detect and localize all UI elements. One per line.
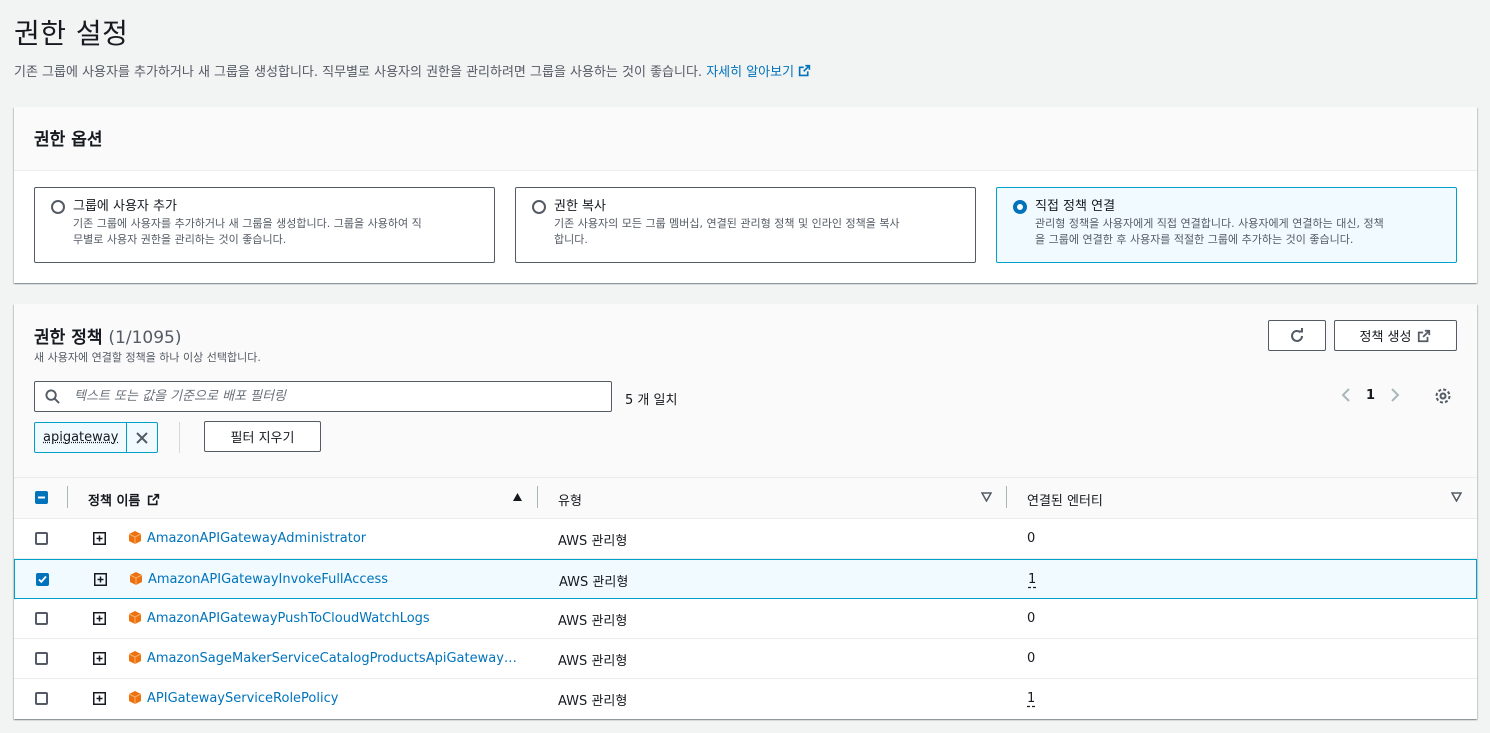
attached-entities-link[interactable]: 1	[1027, 691, 1035, 706]
current-page[interactable]: 1	[1366, 388, 1375, 403]
column-header-entities[interactable]: 연결된 엔터티	[1027, 490, 1103, 509]
chevron-left-icon[interactable]	[1340, 387, 1352, 403]
create-policy-label: 정책 생성	[1359, 330, 1412, 345]
select-all-checkbox[interactable]	[35, 491, 48, 504]
filter-divider	[179, 422, 180, 453]
column-header-name[interactable]: 정책 이름	[88, 490, 160, 509]
row-checkbox[interactable]	[35, 532, 48, 545]
permission-options-header: 권한 옵션	[14, 107, 1477, 171]
table-row[interactable]: AmazonSageMakerServiceCatalogProductsApi…	[14, 639, 1477, 679]
pagination: 1	[1340, 387, 1401, 403]
external-link-icon	[798, 64, 811, 77]
option-copy-permissions[interactable]: 권한 복사 기존 사용자의 모든 그룹 멤버십, 연결된 관리형 정책 및 인라…	[515, 187, 976, 263]
expand-icon[interactable]	[94, 573, 107, 586]
attached-entities: 0	[1027, 531, 1036, 546]
sort-icon[interactable]	[981, 492, 992, 502]
aws-package-icon	[128, 611, 142, 624]
table-row[interactable]: AmazonAPIGatewayInvokeFullAccess AWS 관리형…	[14, 559, 1477, 599]
policy-type: AWS 관리형	[558, 614, 628, 629]
option-attach-policies[interactable]: 직접 정책 연결 관리형 정책을 사용자에게 직접 연결합니다. 사용자에게 연…	[996, 187, 1457, 263]
policy-type: AWS 관리형	[558, 694, 628, 709]
sort-ascending-icon[interactable]	[512, 492, 523, 502]
column-divider	[537, 486, 538, 508]
create-policy-button[interactable]: 정책 생성	[1334, 320, 1457, 351]
refresh-button[interactable]	[1268, 320, 1326, 351]
radio-copy-permissions[interactable]	[532, 200, 546, 214]
filter-token-label: apigateway	[35, 423, 128, 452]
learn-more-label: 자세히 알아보기	[706, 65, 795, 80]
policy-name-link[interactable]: AmazonAPIGatewayInvokeFullAccess	[148, 572, 388, 587]
aws-package-icon	[129, 572, 143, 585]
option-add-to-group-title: 그룹에 사용자 추가	[73, 199, 177, 214]
policies-title: 권한 정책 (1/1095)	[34, 328, 182, 348]
attached-entities-link[interactable]: 1	[1028, 572, 1036, 587]
gear-icon[interactable]	[1434, 387, 1452, 405]
policy-name-link[interactable]: AmazonAPIGatewayPushToCloudWatchLogs	[147, 611, 430, 626]
table-header: 정책 이름 유형 연결된 엔터티	[14, 478, 1477, 519]
clear-filters-label: 필터 지우기	[230, 431, 295, 446]
chevron-right-icon[interactable]	[1389, 387, 1401, 403]
close-icon	[136, 431, 149, 444]
page-description: 기존 그룹에 사용자를 추가하거나 새 그룹을 생성합니다. 직무별로 사용자의…	[14, 61, 811, 80]
refresh-icon	[1291, 327, 1303, 342]
table-row[interactable]: AmazonAPIGatewayPushToCloudWatchLogs AWS…	[14, 599, 1477, 639]
row-checkbox[interactable]	[35, 652, 48, 665]
row-checkbox[interactable]	[35, 612, 48, 625]
column-divider	[67, 486, 68, 508]
option-copy-permissions-title: 권한 복사	[554, 199, 606, 214]
radio-add-to-group[interactable]	[51, 200, 65, 214]
match-count: 5 개 일치	[625, 393, 678, 408]
row-checkbox[interactable]	[36, 573, 49, 586]
policies-header: 권한 정책 (1/1095) 새 사용자에 연결할 정책을 하나 이상 선택합니…	[14, 304, 1477, 478]
option-add-to-group-desc: 기존 그룹에 사용자를 추가하거나 새 그룹을 생성합니다. 그룹을 사용하여 …	[73, 217, 422, 246]
radio-attach-policies[interactable]	[1013, 200, 1027, 214]
aws-package-icon	[128, 691, 142, 704]
table-row[interactable]: APIGatewayServiceRolePolicy AWS 관리형 1	[14, 679, 1477, 719]
external-link-icon	[147, 493, 160, 506]
page-title: 권한 설정	[14, 17, 129, 50]
expand-icon[interactable]	[93, 692, 106, 705]
search-input[interactable]	[74, 389, 574, 404]
expand-icon[interactable]	[93, 612, 106, 625]
policy-name-link[interactable]: AmazonAPIGatewayAdministrator	[147, 531, 366, 546]
column-divider	[1006, 486, 1007, 508]
permission-policies-panel: 권한 정책 (1/1095) 새 사용자에 연결할 정책을 하나 이상 선택합니…	[14, 304, 1477, 719]
remove-filter-button[interactable]	[127, 423, 157, 452]
row-checkbox[interactable]	[35, 692, 48, 705]
policies-count: (1/1095)	[108, 328, 182, 348]
sort-icon[interactable]	[1451, 492, 1462, 502]
policy-type: AWS 관리형	[558, 534, 628, 549]
filter-token: apigateway	[34, 422, 159, 453]
policy-type: AWS 관리형	[558, 654, 628, 669]
policy-name-link[interactable]: AmazonSageMakerServiceCatalogProductsApi…	[147, 651, 517, 666]
permission-options-panel: 권한 옵션 그룹에 사용자 추가 기존 그룹에 사용자를 추가하거나 새 그룹을…	[14, 107, 1477, 283]
table-row[interactable]: AmazonAPIGatewayAdministrator AWS 관리형 0	[14, 519, 1477, 559]
permission-options-title: 권한 옵션	[34, 130, 103, 150]
aws-package-icon	[128, 531, 142, 544]
expand-icon[interactable]	[93, 532, 106, 545]
page-description-text: 기존 그룹에 사용자를 추가하거나 새 그룹을 생성합니다. 직무별로 사용자의…	[14, 65, 703, 80]
option-attach-policies-desc: 관리형 정책을 사용자에게 직접 연결합니다. 사용자에게 연결하는 대신, 정…	[1035, 217, 1384, 246]
attached-entities: 0	[1027, 611, 1036, 626]
external-link-icon	[1418, 329, 1431, 342]
search-icon	[45, 389, 60, 404]
policy-search[interactable]	[34, 381, 612, 412]
policies-subtitle: 새 사용자에 연결할 정책을 하나 이상 선택합니다.	[34, 351, 261, 364]
column-header-type[interactable]: 유형	[558, 490, 582, 509]
attached-entities: 0	[1027, 651, 1036, 666]
learn-more-link[interactable]: 자세히 알아보기	[706, 64, 811, 80]
clear-filters-button[interactable]: 필터 지우기	[204, 421, 321, 452]
option-attach-policies-title: 직접 정책 연결	[1035, 199, 1116, 214]
policy-type: AWS 관리형	[559, 575, 629, 590]
expand-icon[interactable]	[93, 652, 106, 665]
option-add-to-group[interactable]: 그룹에 사용자 추가 기존 그룹에 사용자를 추가하거나 새 그룹을 생성합니다…	[34, 187, 495, 263]
option-copy-permissions-desc: 기존 사용자의 모든 그룹 멤버십, 연결된 관리형 정책 및 인라인 정책을 …	[554, 217, 900, 246]
policy-name-link[interactable]: APIGatewayServiceRolePolicy	[147, 691, 338, 706]
aws-package-icon	[128, 651, 142, 664]
